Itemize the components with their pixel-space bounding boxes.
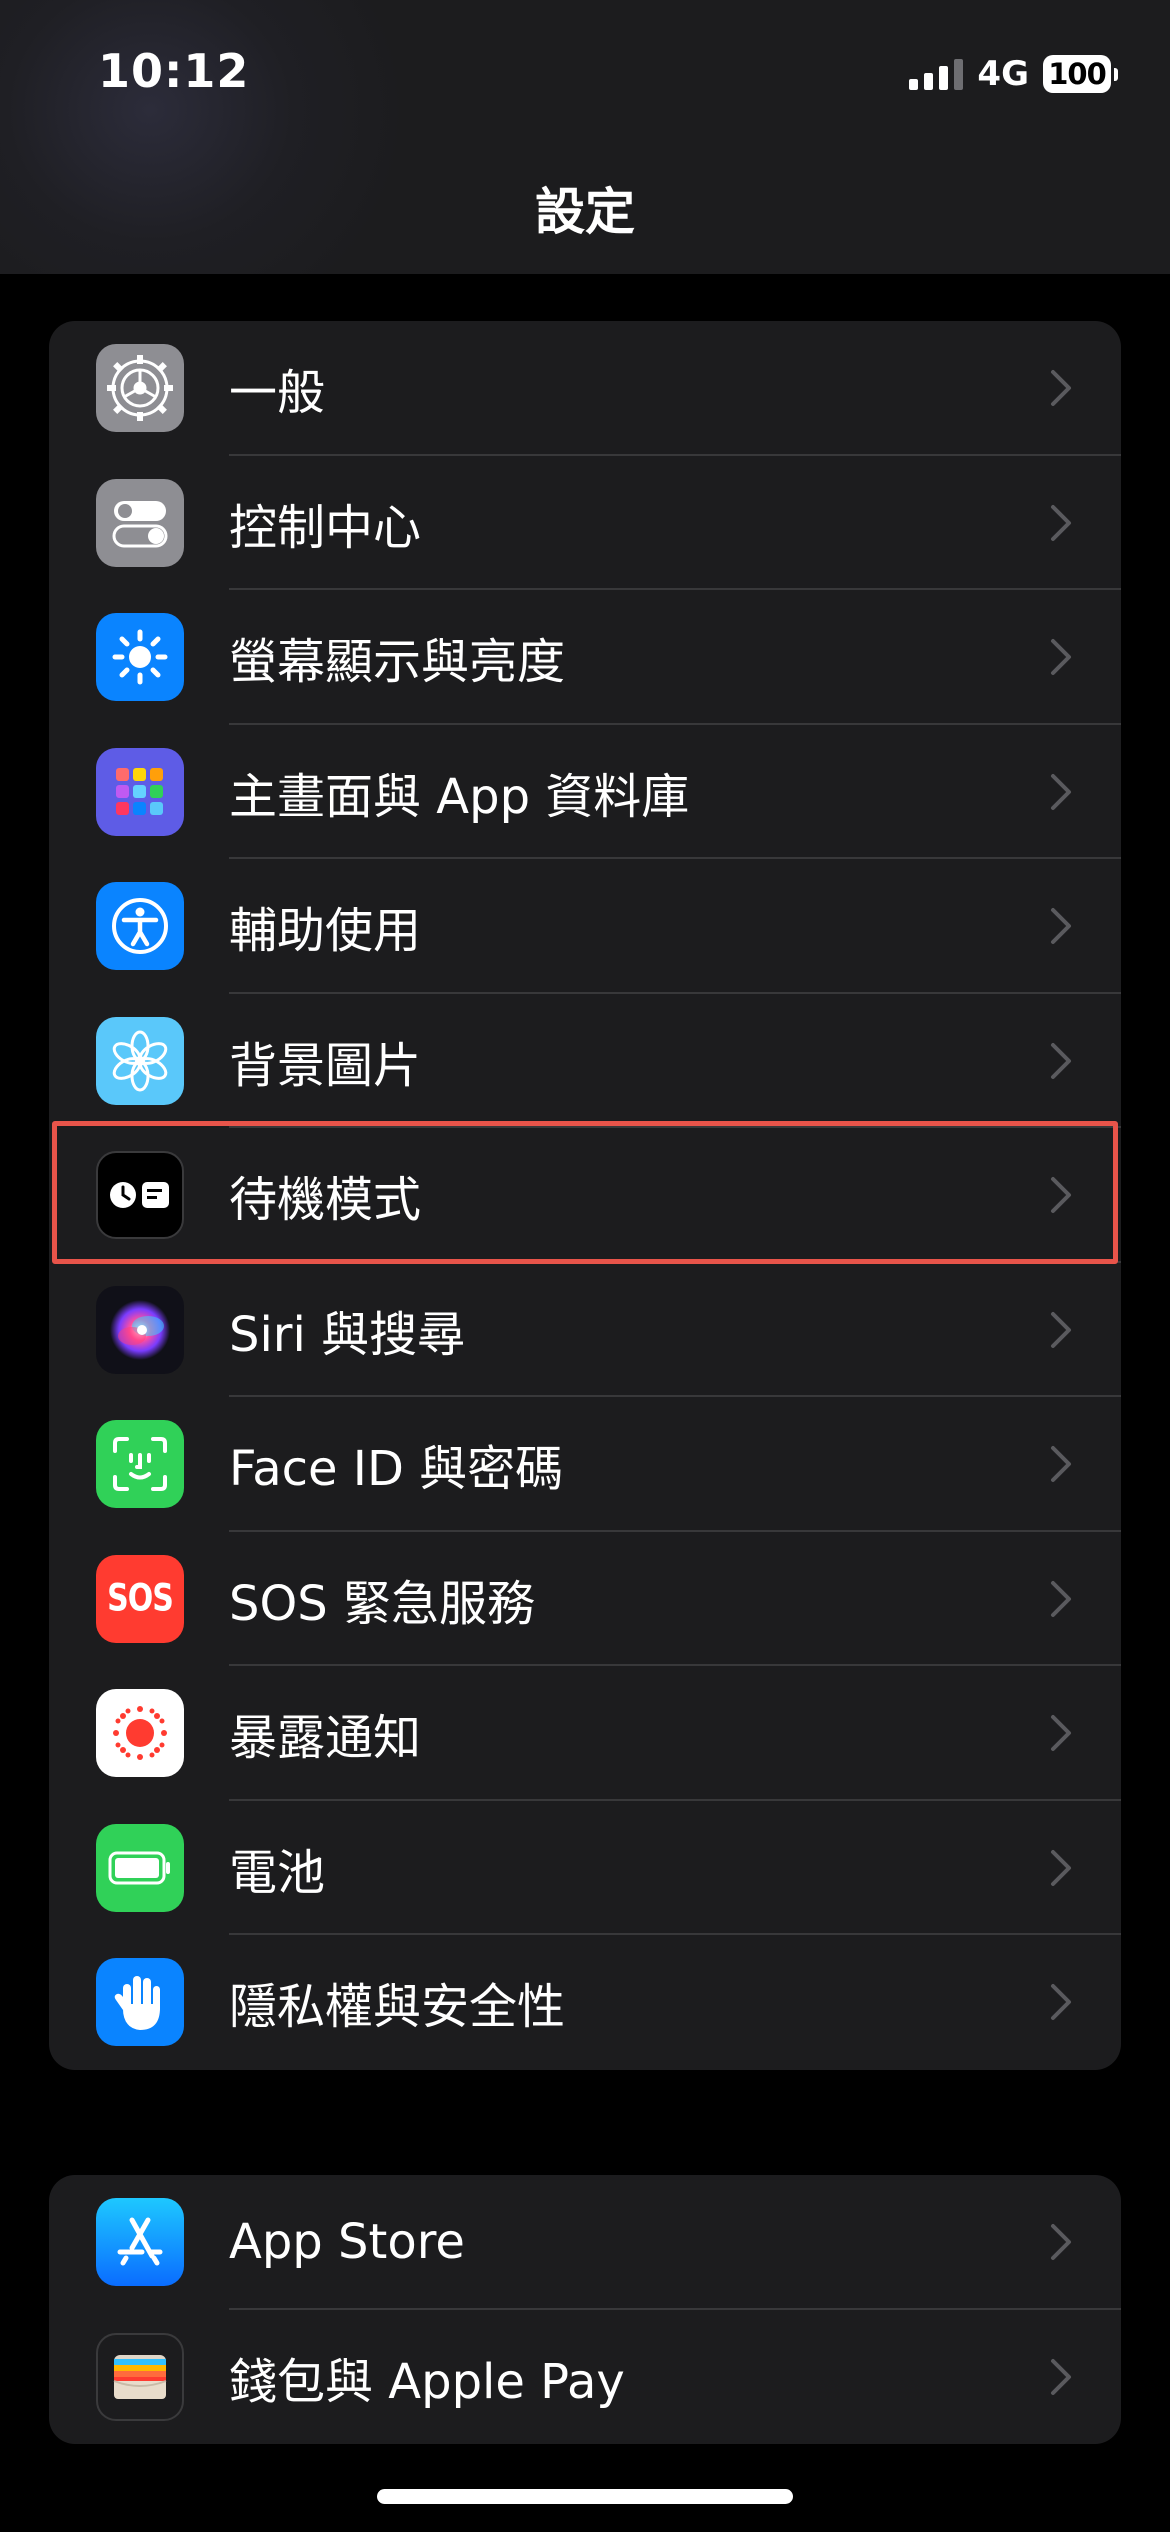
hand-icon bbox=[96, 1958, 184, 2047]
standby-icon bbox=[96, 1151, 184, 1240]
chevron-right-icon bbox=[1051, 1177, 1071, 1214]
battery-icon bbox=[96, 1823, 184, 1912]
settings-row-accessibility[interactable]: 輔助使用 bbox=[49, 859, 1121, 994]
accessibility-icon bbox=[96, 882, 184, 971]
settings-group-main: 一般 控制中心 螢幕顯示與亮度 主畫面與 App 資料庫 輔助使用 背景圖片 待… bbox=[49, 321, 1121, 2070]
exposure-icon bbox=[96, 1689, 184, 1778]
settings-row-standby[interactable]: 待機模式 bbox=[49, 1128, 1121, 1263]
settings-row-wallpaper[interactable]: 背景圖片 bbox=[49, 994, 1121, 1128]
settings-row-label: 待機模式 bbox=[229, 1172, 422, 1229]
settings-row-label: Siri 與搜尋 bbox=[229, 1306, 466, 1363]
app-grid-icon bbox=[96, 747, 184, 836]
settings-row-label: 輔助使用 bbox=[229, 903, 422, 960]
chevron-right-icon bbox=[1051, 908, 1071, 945]
battery-level: 100 bbox=[1043, 55, 1111, 93]
settings-row-label: 電池 bbox=[229, 1844, 326, 1901]
header: 10:12 4G 100 設定 bbox=[0, 0, 1170, 274]
settings-row-label: 暴露通知 bbox=[229, 1710, 422, 1767]
chevron-right-icon bbox=[1051, 1849, 1071, 1886]
chevron-right-icon bbox=[1051, 504, 1071, 541]
chevron-right-icon bbox=[1051, 1311, 1071, 1348]
settings-row-label: 錢包與 Apple Pay bbox=[229, 2353, 625, 2410]
chevron-right-icon bbox=[1051, 2358, 1071, 2395]
settings-row-label: 背景圖片 bbox=[229, 1037, 422, 1094]
settings-row-siri[interactable]: Siri 與搜尋 bbox=[49, 1263, 1121, 1397]
wallet-icon bbox=[96, 2332, 184, 2421]
settings-row-label: 主畫面與 App 資料庫 bbox=[229, 768, 690, 825]
network-type: 4G bbox=[977, 54, 1029, 94]
settings-group-apps: App Store 錢包與 Apple Pay bbox=[49, 2175, 1121, 2444]
chevron-right-icon bbox=[1051, 639, 1071, 676]
settings-screen: 10:12 4G 100 設定 一般 控制中心 螢幕顯示與亮度 主畫面與 App… bbox=[0, 0, 1170, 2532]
chevron-right-icon bbox=[1051, 2224, 1071, 2261]
cellular-signal-icon bbox=[909, 58, 964, 90]
sos-icon: SOS bbox=[96, 1554, 184, 1643]
chevron-right-icon bbox=[1051, 1580, 1071, 1617]
siri-icon bbox=[96, 1285, 184, 1374]
face-id-icon bbox=[96, 1420, 184, 1509]
chevron-right-icon bbox=[1051, 773, 1071, 810]
status-indicators: 4G 100 bbox=[909, 52, 1118, 96]
app-store-icon bbox=[96, 2198, 184, 2287]
toggles-icon bbox=[96, 478, 184, 567]
home-indicator[interactable] bbox=[377, 2489, 793, 2504]
settings-row-privacy[interactable]: 隱私權與安全性 bbox=[49, 1935, 1121, 2070]
flower-icon bbox=[96, 1016, 184, 1105]
battery-status-icon: 100 bbox=[1043, 55, 1118, 93]
chevron-right-icon bbox=[1051, 1446, 1071, 1483]
chevron-right-icon bbox=[1051, 1715, 1071, 1752]
settings-row-app-store[interactable]: App Store bbox=[49, 2175, 1121, 2310]
settings-row-label: App Store bbox=[229, 2214, 465, 2271]
settings-row-general[interactable]: 一般 bbox=[49, 321, 1121, 456]
settings-row-display-brightness[interactable]: 螢幕顯示與亮度 bbox=[49, 590, 1121, 725]
gear-icon bbox=[96, 344, 184, 433]
settings-row-control-center[interactable]: 控制中心 bbox=[49, 456, 1121, 590]
settings-row-battery[interactable]: 電池 bbox=[49, 1801, 1121, 1935]
page-title: 設定 bbox=[535, 183, 635, 241]
settings-row-label: SOS 緊急服務 bbox=[229, 1575, 535, 1632]
chevron-right-icon bbox=[1051, 1984, 1071, 2021]
status-time: 10:12 bbox=[98, 44, 250, 98]
settings-row-label: 隱私權與安全性 bbox=[229, 1979, 566, 2036]
settings-row-exposure[interactable]: 暴露通知 bbox=[49, 1666, 1121, 1801]
settings-row-face-id[interactable]: Face ID 與密碼 bbox=[49, 1397, 1121, 1532]
settings-row-label: 控制中心 bbox=[229, 499, 422, 556]
settings-row-label: Face ID 與密碼 bbox=[229, 1441, 564, 1498]
settings-row-sos[interactable]: SOS SOS 緊急服務 bbox=[49, 1532, 1121, 1666]
sun-icon bbox=[96, 613, 184, 702]
settings-row-wallet[interactable]: 錢包與 Apple Pay bbox=[49, 2310, 1121, 2445]
chevron-right-icon bbox=[1051, 1042, 1071, 1079]
chevron-right-icon bbox=[1051, 370, 1071, 407]
settings-row-label: 螢幕顯示與亮度 bbox=[229, 634, 566, 691]
settings-row-label: 一般 bbox=[229, 365, 326, 422]
settings-row-home-screen[interactable]: 主畫面與 App 資料庫 bbox=[49, 725, 1121, 859]
